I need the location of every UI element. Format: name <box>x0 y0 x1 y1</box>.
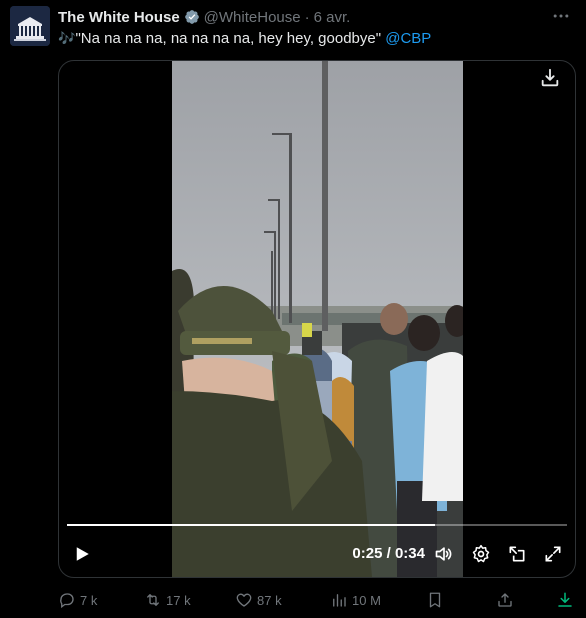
bookmark-button[interactable] <box>426 590 444 610</box>
time-separator: / <box>382 545 395 562</box>
reply-button[interactable]: 7 k <box>58 590 97 610</box>
reply-icon <box>60 593 74 609</box>
tweet-actions: 7 k 17 k 87 k 10 M <box>58 590 586 612</box>
video-scrubber[interactable] <box>67 524 567 526</box>
tweet-timestamp[interactable]: 6 avr. <box>314 9 351 26</box>
avatar[interactable] <box>10 6 50 46</box>
duration: 0:34 <box>394 545 425 562</box>
pip-icon[interactable] <box>507 544 527 564</box>
repost-icon <box>147 594 159 606</box>
tweet-header: The White House @WhiteHouse · 6 avr. <box>58 7 546 27</box>
settings-icon[interactable] <box>471 544 491 564</box>
views-count: 10 M <box>352 592 381 608</box>
video-timecode: 0:25 / 0:34 <box>352 545 425 562</box>
views-button[interactable]: 10 M <box>330 590 381 610</box>
video-still <box>172 61 463 577</box>
white-house-logo <box>10 6 50 46</box>
views-icon <box>333 594 346 607</box>
tweet-text: 🎶"Na na na na, na na na na, hey hey, goo… <box>58 28 574 49</box>
separator-dot: · <box>304 8 310 26</box>
like-icon <box>236 593 252 607</box>
mention-link[interactable]: @CBP <box>385 30 431 47</box>
tweet-body: "Na na na na, na na na na, hey hey, good… <box>75 30 382 47</box>
volume-icon[interactable] <box>434 544 454 564</box>
video-frame[interactable] <box>172 61 463 577</box>
author-handle[interactable]: @WhiteHouse <box>204 9 301 26</box>
like-count: 87 k <box>257 592 282 608</box>
fullscreen-icon[interactable] <box>543 544 563 564</box>
repost-count: 17 k <box>166 592 191 608</box>
share-icon <box>498 593 512 607</box>
verified-badge-icon <box>184 10 199 24</box>
current-time: 0:25 <box>352 545 383 562</box>
music-notes-emoji: 🎶 <box>58 30 76 46</box>
repost-button[interactable]: 17 k <box>144 590 191 610</box>
download-video-button[interactable] <box>556 590 574 610</box>
more-icon[interactable] <box>550 6 572 26</box>
video-controls: 0:25 / 0:34 <box>59 539 575 569</box>
video-player[interactable]: 0:25 / 0:34 <box>58 60 576 578</box>
play-icon[interactable] <box>73 545 91 563</box>
bookmark-icon <box>429 592 441 608</box>
reply-count: 7 k <box>80 592 98 608</box>
share-button[interactable] <box>496 590 514 610</box>
like-button[interactable]: 87 k <box>235 590 282 610</box>
download-arrow-icon <box>558 592 572 607</box>
video-progress <box>67 524 435 526</box>
download-icon[interactable] <box>539 67 561 89</box>
author-name[interactable]: The White House <box>58 9 180 26</box>
